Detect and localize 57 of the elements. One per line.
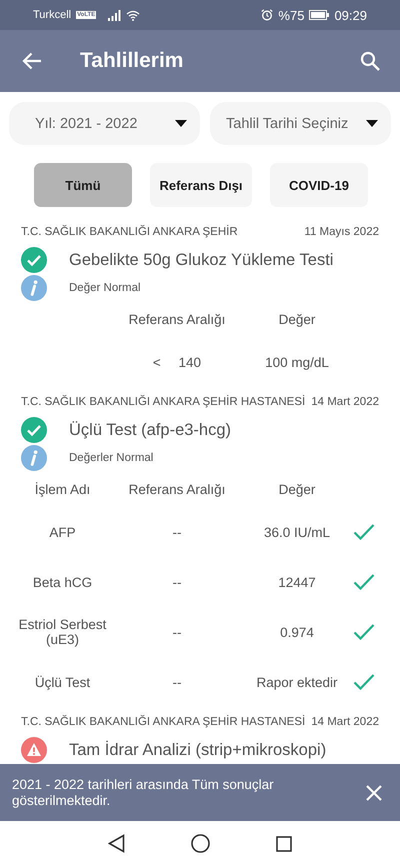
dropdown-caret-icon (366, 120, 378, 127)
check-circle-icon (21, 247, 47, 273)
battery-percent: %75 (278, 8, 304, 22)
result-date: 14 Mart 2022 (311, 716, 379, 728)
table-cell-text: -- (172, 574, 182, 590)
table-cell-text: -- (172, 674, 182, 690)
close-icon[interactable] (366, 784, 382, 800)
test-name[interactable]: Tam İdrar Analizi (strip+mikroskopi) (69, 740, 326, 760)
info-icon (21, 445, 47, 471)
carrier-name: Turkcell (33, 9, 72, 21)
hospital-name: T.C. SAĞLIK BAKANLIĞI ANKARA ŞEHİR HASTANESİ (21, 716, 306, 728)
filter-tab[interactable]: Referans Dışı (150, 163, 252, 207)
table-cell-text: -- (172, 624, 182, 640)
table-cell-text: 0.974 (279, 624, 315, 640)
table-cell-text: Üçlü Test (34, 674, 92, 690)
column-header: Referans Aralığı (128, 482, 226, 496)
hospital-name: T.C. SAĞLIK BAKANLIĞI ANKARA ŞEHİR HASTANESİ (21, 396, 306, 408)
table-cell-text: AFP (48, 524, 77, 540)
table-cell-text: Rapor ektedir (255, 674, 339, 690)
square-icon[interactable] (276, 836, 292, 852)
column-header: Referans Aralığı (128, 312, 226, 326)
battery-icon (309, 10, 330, 20)
column-header: Değer (278, 482, 316, 496)
table-cell-text: Estriol Serbest (uE3) (18, 617, 108, 647)
hospital-name: T.C. SAĞLIK BAKANLIĞI ANKARA ŞEHİR (21, 226, 238, 238)
filter-tab[interactable]: Tümü (34, 163, 132, 207)
signal-icon (107, 10, 122, 20)
info-icon (21, 275, 47, 301)
snackbar-message: 2021 - 2022 tarihleri arasında Tüm sonuçlar gösterilmektedir. (12, 776, 275, 808)
dropdown-field[interactable]: Tahlil Tarihi Seçiniz (210, 102, 391, 145)
dropdown-field[interactable]: Yıl: 2021 - 2022 (9, 102, 200, 145)
test-name[interactable]: Üçlü Test (afp-e3-hcg) (69, 420, 232, 440)
check-circle-icon (21, 417, 47, 443)
clock: 09:29 (334, 8, 367, 22)
table-cell-text: 36.0 IU/mL (262, 524, 332, 540)
table-cell-text: 12447 (277, 574, 317, 590)
result-date: 11 Mayıs 2022 (304, 226, 379, 238)
table-cell-text: Beta hCG (32, 574, 94, 590)
warning-icon (21, 737, 47, 763)
home-circle-icon[interactable] (191, 834, 210, 853)
result-note: Değerler Normal (69, 452, 154, 464)
test-name[interactable]: Gebelikte 50g Glukoz Yükleme Testi (69, 250, 334, 270)
column-header: Değer (278, 312, 316, 326)
dropdown-caret-icon (175, 120, 187, 127)
table-cell-text: < 140 (152, 354, 202, 370)
search-icon[interactable] (360, 51, 380, 71)
table-cell-text: -- (172, 524, 182, 540)
filter-tab[interactable]: COVID-19 (270, 163, 368, 207)
result-date: 14 Mart 2022 (311, 396, 379, 408)
screen-title: Tahlillerim (80, 49, 184, 73)
result-note: Değer Normal (69, 282, 141, 294)
alarm-icon (261, 9, 274, 21)
column-header: İşlem Adı (34, 482, 92, 496)
back-triangle-icon[interactable] (108, 834, 125, 853)
table-cell-text: 100 mg/dL (264, 354, 330, 370)
back-arrow-icon[interactable] (22, 52, 42, 70)
wifi-icon (126, 10, 140, 20)
